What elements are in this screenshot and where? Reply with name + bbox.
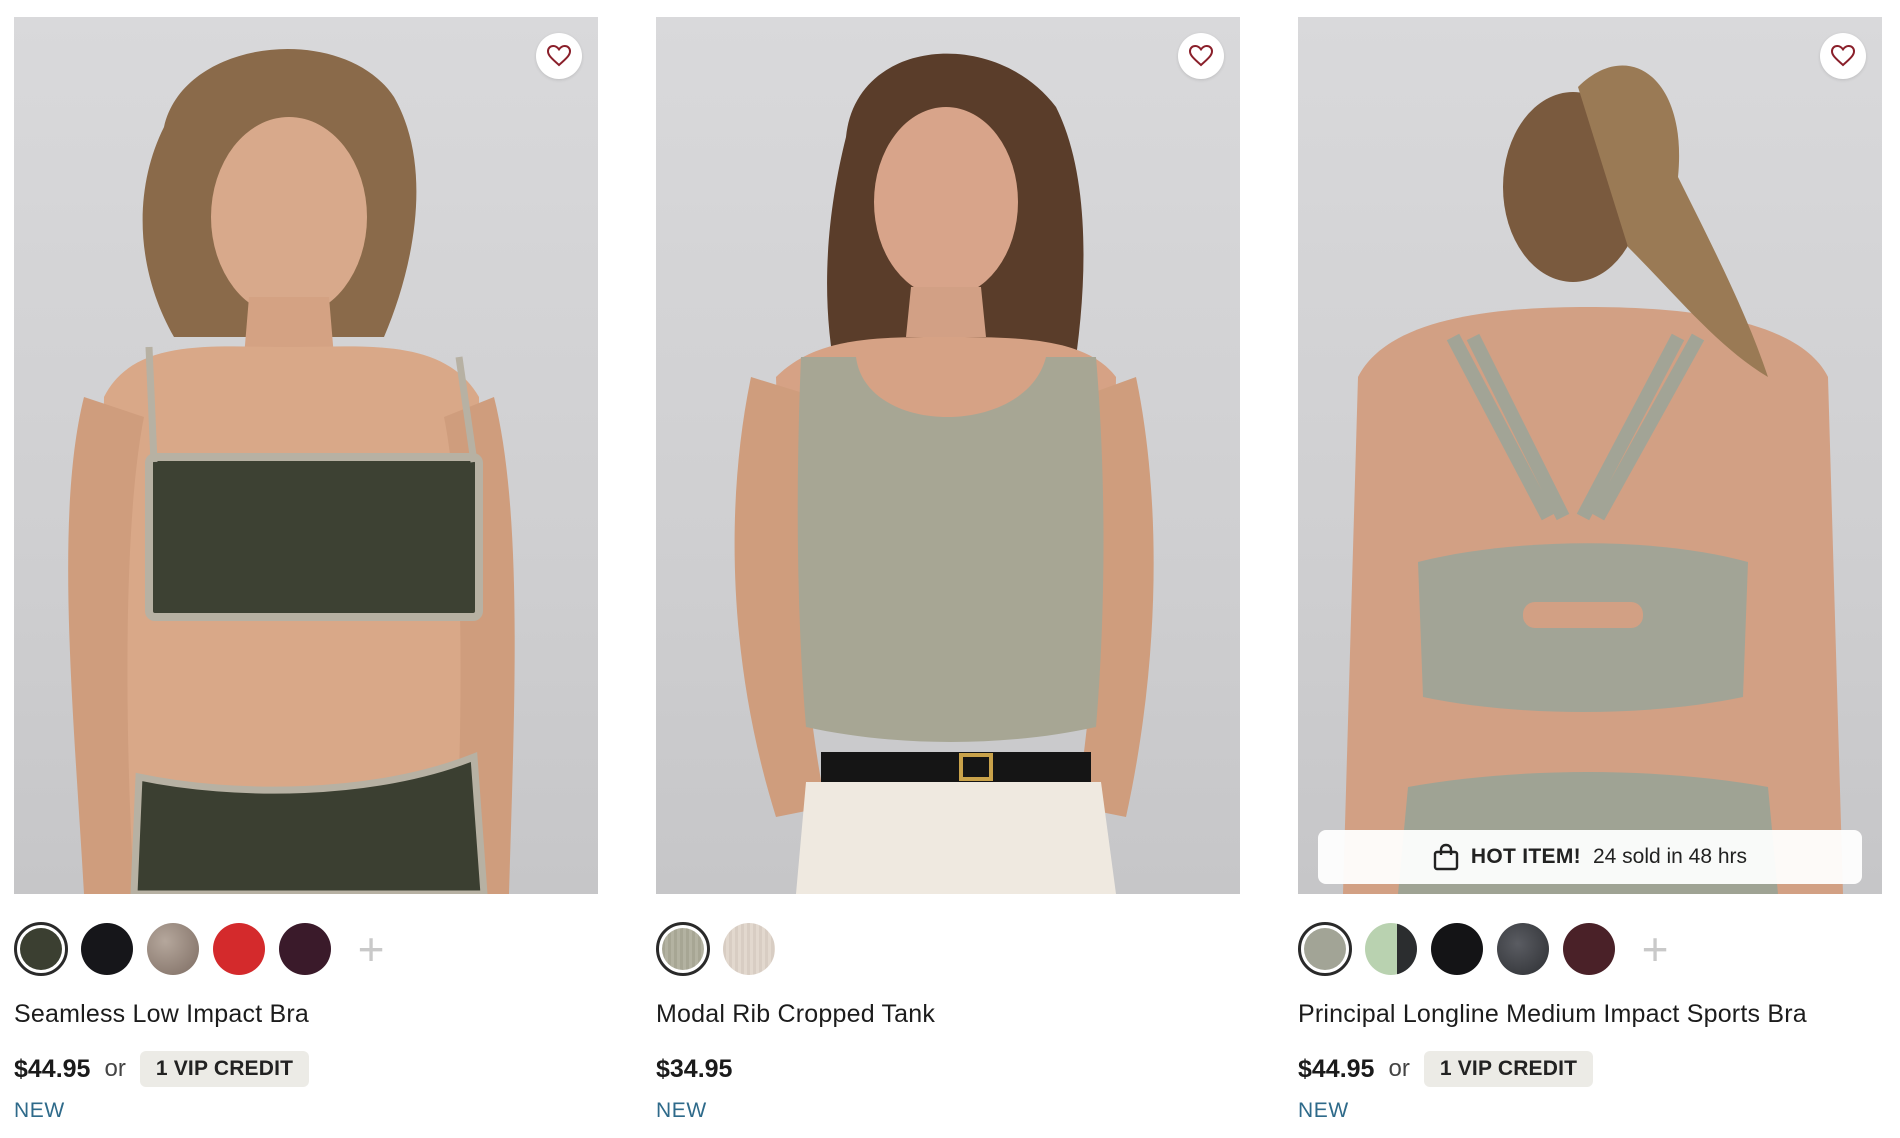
shopping-bag-icon — [1433, 843, 1459, 871]
product-name[interactable]: Modal Rib Cropped Tank — [656, 1000, 1240, 1029]
product-card[interactable]: + Seamless Low Impact Bra $44.95 or 1 VI… — [14, 17, 598, 1138]
price-row: $34.95 — [656, 1049, 1240, 1089]
product-name[interactable]: Principal Longline Medium Impact Sports … — [1298, 1000, 1882, 1029]
favorite-button[interactable] — [536, 33, 582, 79]
model-photo — [1343, 65, 1843, 894]
product-price: $44.95 — [1298, 1054, 1375, 1083]
price-row: $44.95 or 1 VIP CREDIT — [1298, 1049, 1882, 1089]
or-label: or — [1388, 1055, 1410, 1082]
swatch-color[interactable] — [722, 922, 776, 976]
new-badge: NEW — [14, 1099, 65, 1122]
color-swatches: + — [1298, 918, 1882, 980]
swatch-color[interactable] — [1364, 922, 1418, 976]
swatch-color[interactable] — [278, 922, 332, 976]
or-label: or — [104, 1055, 126, 1082]
swatch-color[interactable] — [1496, 922, 1550, 976]
swatch-color[interactable] — [146, 922, 200, 976]
product-name[interactable]: Seamless Low Impact Bra — [14, 1000, 598, 1029]
new-badge: NEW — [1298, 1099, 1349, 1122]
vip-credit-badge: 1 VIP CREDIT — [1423, 1051, 1594, 1087]
vip-credit-badge: 1 VIP CREDIT — [139, 1051, 310, 1087]
color-swatches — [656, 918, 1240, 980]
product-grid: + Seamless Low Impact Bra $44.95 or 1 VI… — [14, 17, 1886, 1138]
swatch-color[interactable] — [1298, 922, 1352, 976]
product-card[interactable]: HOT ITEM! 24 sold in 48 hrs + Principal … — [1298, 17, 1882, 1138]
heart-icon — [1831, 45, 1855, 67]
product-price: $34.95 — [656, 1054, 733, 1083]
favorite-button[interactable] — [1820, 33, 1866, 79]
more-colors-button[interactable]: + — [344, 922, 398, 976]
color-swatches: + — [14, 918, 598, 980]
product-image[interactable] — [14, 17, 598, 894]
product-price: $44.95 — [14, 1054, 91, 1083]
swatch-color[interactable] — [14, 922, 68, 976]
swatch-color[interactable] — [80, 922, 134, 976]
hot-item-label: HOT ITEM! — [1470, 845, 1581, 868]
swatch-color[interactable] — [1430, 922, 1484, 976]
swatch-color[interactable] — [656, 922, 710, 976]
swatch-color[interactable] — [1562, 922, 1616, 976]
product-image[interactable]: HOT ITEM! 24 sold in 48 hrs — [1298, 17, 1882, 894]
swatch-color[interactable] — [212, 922, 266, 976]
favorite-button[interactable] — [1178, 33, 1224, 79]
hot-item-banner: HOT ITEM! 24 sold in 48 hrs — [1318, 830, 1862, 884]
hot-item-text: 24 sold in 48 hrs — [1592, 845, 1748, 868]
price-row: $44.95 or 1 VIP CREDIT — [14, 1049, 598, 1089]
model-photo — [68, 48, 515, 894]
heart-icon — [547, 45, 571, 67]
more-colors-button[interactable]: + — [1628, 922, 1682, 976]
product-card[interactable]: Modal Rib Cropped Tank $34.95 NEW — [656, 17, 1240, 1138]
product-image[interactable] — [656, 17, 1240, 894]
heart-icon — [1189, 45, 1213, 67]
model-photo — [734, 53, 1154, 894]
new-badge: NEW — [656, 1099, 707, 1122]
